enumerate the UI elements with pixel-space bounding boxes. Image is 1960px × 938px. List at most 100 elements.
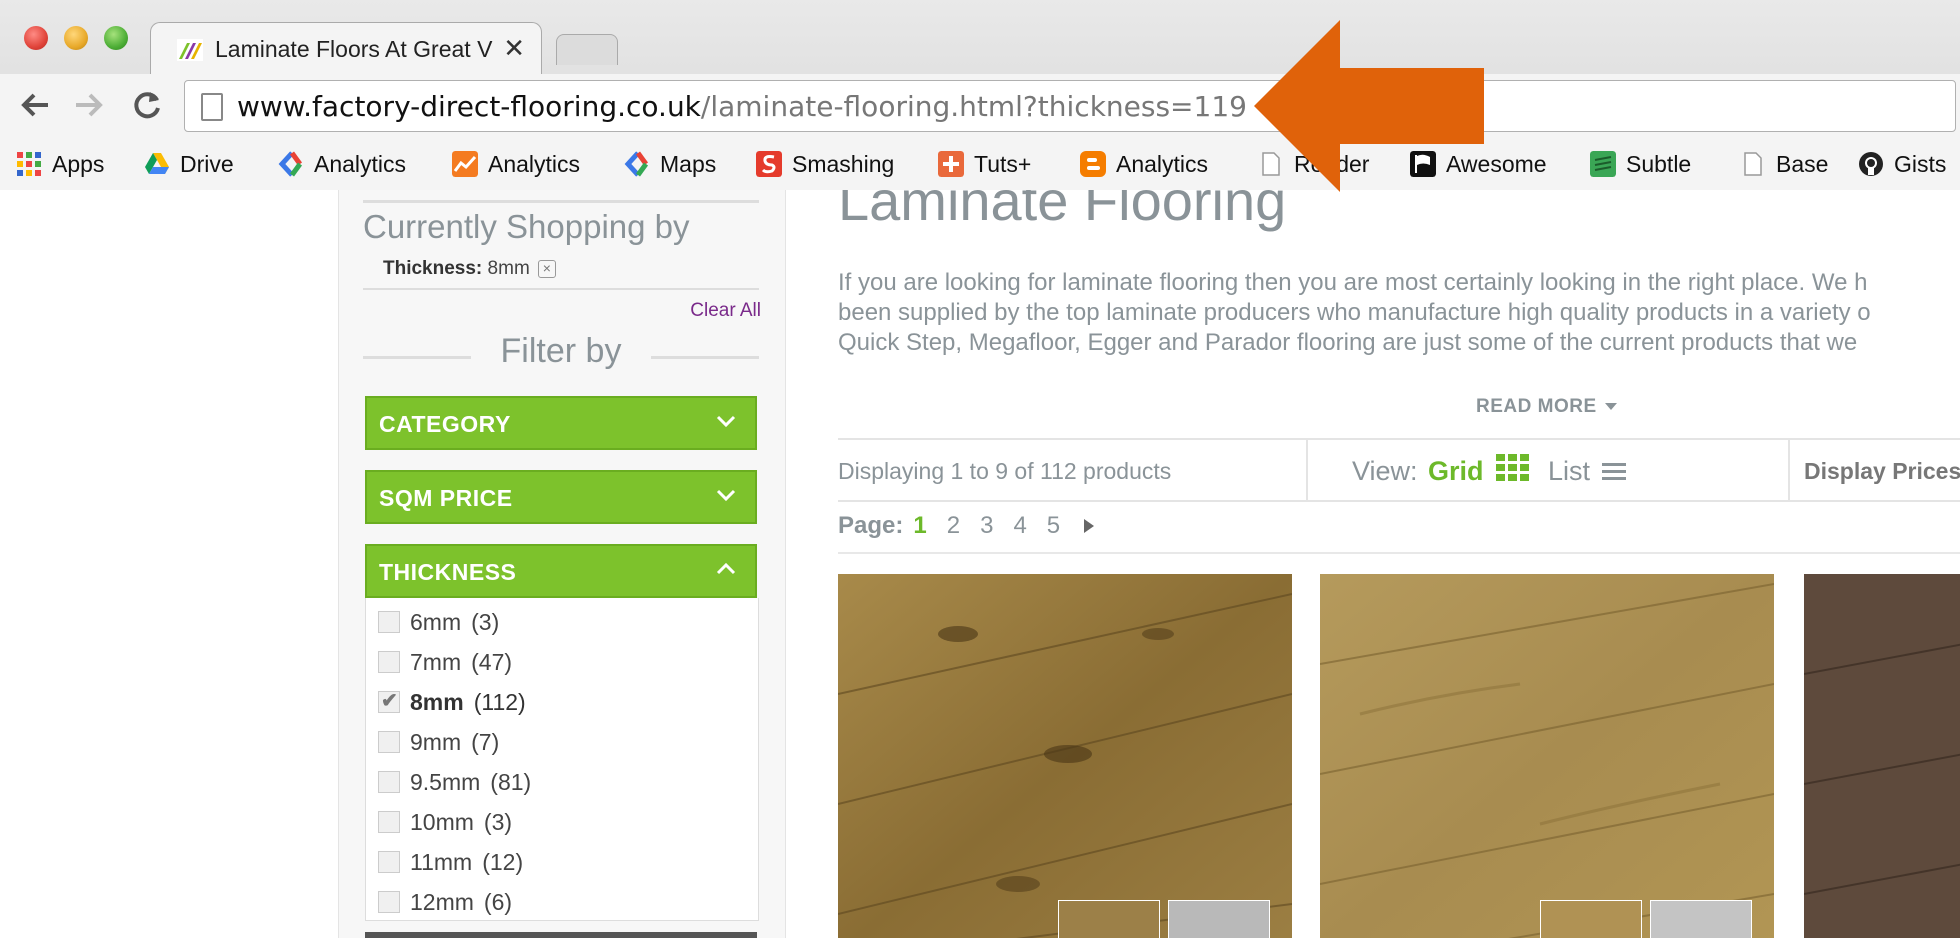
caret-down-icon [1604, 403, 1617, 411]
option-label: 11mm [410, 848, 473, 875]
bookmark-apps[interactable]: Apps [16, 146, 104, 182]
thickness-option-11mm[interactable]: 11mm (12) [378, 846, 523, 878]
product-image[interactable] [1320, 574, 1774, 938]
bookmark-gists[interactable]: Gists [1858, 146, 1946, 182]
window-maximize-button[interactable] [104, 26, 128, 50]
page-link-2[interactable]: 2 [947, 512, 960, 540]
view-label: View: [1352, 456, 1418, 486]
new-tab-button[interactable] [556, 34, 618, 65]
address-bar[interactable]: www.factory-direct-flooring.co.uk/lamina… [184, 80, 1956, 132]
thickness-options: 6mm (3) 7mm (47) ✔ 8mm (112) 9mm (7) 9.5mm (81… [365, 598, 759, 921]
bookmark-smashing[interactable]: Smashing [756, 146, 894, 182]
accordion-label: CATEGORY [379, 411, 511, 437]
thickness-option-9-5mm[interactable]: 9.5mm (81) [378, 766, 531, 798]
bookmarks-bar: Apps Drive Analytics Analytics Maps Smas… [0, 138, 1960, 190]
page-link-1[interactable]: 1 [913, 512, 926, 540]
forward-arrow-icon[interactable] [72, 88, 106, 122]
bookmark-tuts[interactable]: Tuts+ [938, 146, 1031, 182]
active-filter-label: Thickness: [383, 258, 483, 279]
thickness-option-12mm[interactable]: 12mm (6) [378, 886, 512, 918]
thickness-accordion[interactable]: THICKNESS [365, 544, 757, 598]
accordion-label: THICKNESS [379, 559, 517, 585]
reload-icon[interactable] [130, 88, 164, 122]
results-count: Displaying 1 to 9 of 112 products [838, 458, 1172, 484]
thickness-option-8mm[interactable]: ✔ 8mm (112) [378, 686, 526, 718]
pagination: Page: 1 2 3 4 5 [838, 512, 1095, 540]
maps-icon [624, 151, 649, 177]
tab-close-icon[interactable]: ✕ [503, 33, 525, 64]
divider [838, 438, 1960, 440]
bookmark-analytics-2[interactable]: Analytics [452, 146, 580, 182]
product-card[interactable] [1320, 574, 1774, 938]
page-icon [1744, 152, 1762, 176]
bookmark-base[interactable]: Base [1740, 146, 1828, 182]
divider [1788, 440, 1790, 500]
page-link-4[interactable]: 4 [1013, 512, 1026, 540]
thickness-option-7mm[interactable]: 7mm (47) [378, 646, 512, 678]
thickness-option-9mm[interactable]: 9mm (7) [378, 726, 499, 758]
bookmark-drive[interactable]: Drive [144, 146, 234, 182]
display-prices-label[interactable]: Display Prices [1804, 458, 1960, 485]
next-accordion-edge [365, 932, 757, 938]
product-thumbnail[interactable] [1058, 900, 1160, 938]
category-description: If you are looking for laminate flooring… [838, 269, 1871, 356]
next-page-icon[interactable] [1084, 519, 1095, 533]
option-count: (3) [483, 808, 513, 835]
checkbox[interactable] [378, 771, 400, 793]
checkbox[interactable] [378, 851, 400, 873]
url-text[interactable]: www.factory-direct-flooring.co.uk/lamina… [237, 90, 1247, 123]
divider [838, 500, 1960, 502]
checkbox[interactable] [378, 731, 400, 753]
list-icon[interactable] [1602, 462, 1626, 482]
checkbox[interactable] [378, 611, 400, 633]
web-page: Currently Shopping by Thickness: 8mm × Cl… [0, 190, 1960, 938]
page-link-3[interactable]: 3 [980, 512, 993, 540]
read-more-label: READ MORE [1476, 396, 1597, 417]
bookmark-analytics-1[interactable]: Analytics [278, 146, 406, 182]
product-card[interactable] [838, 574, 1292, 938]
bookmark-label: Analytics [314, 150, 407, 177]
product-thumbnail[interactable] [1540, 900, 1642, 938]
divider [363, 288, 759, 290]
remove-filter-icon[interactable]: × [537, 259, 556, 278]
read-more-link[interactable]: READ MORE [1476, 396, 1617, 418]
product-thumbnail[interactable] [1650, 900, 1752, 938]
bookmark-label: Maps [660, 150, 717, 177]
view-list-button[interactable]: List [1548, 456, 1590, 487]
sqm-price-accordion[interactable]: SQM PRICE [365, 470, 757, 524]
product-card[interactable] [1804, 574, 1960, 938]
browser-tab[interactable]: Laminate Floors At Great V ✕ [150, 22, 542, 75]
back-arrow-icon[interactable] [18, 88, 52, 122]
browser-toolbar: www.factory-direct-flooring.co.uk/lamina… [0, 74, 1960, 138]
divider [1306, 440, 1308, 500]
view-grid-button[interactable]: Grid [1428, 456, 1484, 487]
thickness-option-10mm[interactable]: 10mm (3) [378, 806, 512, 838]
page-link-5[interactable]: 5 [1047, 512, 1060, 540]
checkbox-checked[interactable]: ✔ [378, 690, 400, 713]
chevron-down-icon [716, 489, 736, 502]
chevron-up-icon [716, 562, 736, 575]
checkbox[interactable] [378, 891, 400, 913]
page-label: Page: [838, 512, 904, 539]
checkbox[interactable] [378, 811, 400, 833]
url-path: /laminate-flooring.html?thickness=119 [700, 90, 1247, 123]
product-thumbnail[interactable] [1168, 900, 1270, 938]
bookmark-subtle[interactable]: Subtle [1590, 146, 1691, 182]
category-accordion[interactable]: CATEGORY [365, 396, 757, 450]
checkbox[interactable] [378, 651, 400, 673]
bookmark-analytics-3[interactable]: Analytics [1080, 146, 1208, 182]
tuts-icon [938, 151, 964, 177]
divider [651, 356, 759, 359]
thickness-option-6mm[interactable]: 6mm (3) [378, 606, 499, 638]
product-image[interactable] [838, 574, 1292, 938]
option-label: 10mm [410, 808, 474, 835]
option-count: (47) [471, 648, 513, 675]
grid-icon[interactable] [1496, 454, 1530, 482]
bookmark-maps[interactable]: Maps [624, 146, 716, 182]
product-image[interactable] [1804, 574, 1960, 938]
currently-shopping-title: Currently Shopping by [363, 208, 690, 245]
window-close-button[interactable] [24, 26, 48, 50]
clear-all-link[interactable]: Clear All [690, 300, 761, 322]
option-label: 12mm [410, 888, 474, 915]
window-minimize-button[interactable] [64, 26, 88, 50]
